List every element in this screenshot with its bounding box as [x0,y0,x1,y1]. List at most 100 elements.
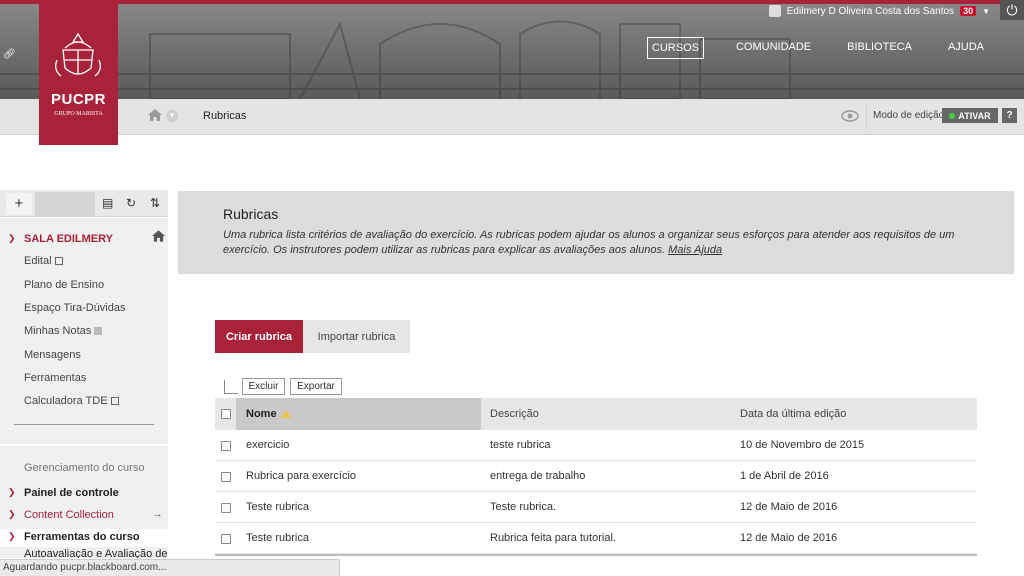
sidebar-item-label: Plano de Ensino [24,279,105,291]
sidebar-item-label: Espaço Tira-Dúvidas [24,302,126,314]
row-checkbox[interactable] [221,534,231,544]
sidebar-item-calculadora-tde[interactable]: Calculadora TDE [24,395,119,407]
edit-mode-label: Modo de edição [873,110,945,121]
rubric-description: Teste rubrica. [490,501,557,513]
user-menu[interactable]: Edilmery D Oliveira Costa dos Santos 30 … [768,4,1024,18]
select-all-checkbox[interactable] [221,409,231,419]
edit-mode-toggle[interactable]: ATIVAR [942,108,998,123]
sidebar-item-label: Content Collection [24,509,114,521]
table-header: Nome Descrição Data da última edição [215,398,977,430]
collapse-arrow-icon[interactable]: ❯ [8,487,16,498]
nav-ajuda[interactable]: AJUDA [944,37,988,59]
nav-comunidade[interactable]: COMUNIDADE [732,37,815,59]
table-row[interactable]: Rubrica para exercício entrega de trabal… [215,461,977,492]
row-checkbox[interactable] [221,472,231,482]
table-row[interactable]: Teste rubrica Rubrica feita para tutoria… [215,523,977,554]
rubric-name[interactable]: exercicio [246,439,289,451]
rubric-date: 10 de Novembro de 2015 [740,439,865,451]
breadcrumb-menu-icon[interactable]: ▼ [166,110,178,122]
nav-cursos[interactable]: CURSOS [646,37,704,59]
page-description: Uma rubrica lista critérios de avaliação… [223,228,963,258]
table-row[interactable]: Teste rubrica Teste rubrica. 12 de Maio … [215,492,977,523]
sidebar-item-painel-de-controle[interactable]: ❯ Painel de controle [0,485,168,503]
main-nav: CURSOS COMUNIDADE BIBLIOTECA AJUDA [619,37,988,59]
sidebar-item-edital[interactable]: Edital [24,255,63,267]
sidebar-toolbar: + ▤ ↻ ⇅ [0,190,168,217]
column-header-description[interactable]: Descrição [490,408,539,420]
table-row[interactable]: exercicio teste rubrica 10 de Novembro d… [215,430,977,461]
link-icon[interactable]: 🔗︎ [3,49,16,60]
sidebar-item-ferramentas-do-curso[interactable]: ❯ Ferramentas do curso [0,529,168,547]
create-rubric-button[interactable]: Criar rubrica [215,320,303,353]
course-menu: ❯ SALA EDILMERY Edital Plano de Ensino E… [0,218,168,558]
rubric-date: 12 de Maio de 2016 [740,532,838,544]
chevron-down-icon[interactable]: ▼ [982,7,990,16]
breadcrumb: ▼ Rubricas Modo de edição ATIVAR ? [0,99,1024,135]
page-header-panel: Rubricas Uma rubrica lista critérios de … [178,191,1014,274]
rubric-name[interactable]: Teste rubrica [246,532,309,544]
course-section-header[interactable]: ❯ SALA EDILMERY [0,230,168,250]
divider [0,444,168,446]
sidebar-item-content-collection[interactable]: ❯ Content Collection → [0,507,168,525]
collapse-arrow-icon[interactable]: ❯ [8,233,16,244]
row-checkbox[interactable] [221,441,231,451]
rubric-description: entrega de trabalho [490,470,586,482]
add-menu-item-button[interactable]: + [6,193,32,215]
column-header-name[interactable]: Nome [246,408,292,420]
user-name[interactable]: Edilmery D Oliveira Costa dos Santos [787,6,954,17]
sidebar-item-ferramentas[interactable]: Ferramentas [24,372,86,384]
sidebar-item-label: Minhas Notas [24,325,92,337]
page-title: Rubricas [223,206,279,222]
delete-button[interactable]: Excluir [242,378,285,395]
collapse-arrow-icon[interactable]: ❯ [8,531,16,542]
arrow-right-icon[interactable]: → [152,508,163,520]
folder-view-icon[interactable]: ▤ [102,196,113,210]
notification-badge[interactable]: 30 [960,6,977,16]
rubric-date: 12 de Maio de 2016 [740,501,838,513]
help-button[interactable]: ? [1002,108,1017,123]
rubric-description: teste rubrica [490,439,551,451]
edit-mode-toggle-label: ATIVAR [958,110,991,121]
rubric-description: Rubrica feita para tutorial. [490,532,616,544]
pucpr-logo[interactable]: PUCPR GRUPO MARISTA [39,0,118,145]
sidebar-item-minhas-notas[interactable]: Minhas Notas [24,325,103,337]
power-icon[interactable]: ⏻ [1000,0,1024,20]
row-checkbox[interactable] [221,503,231,513]
logo-subtitle: GRUPO MARISTA [54,111,103,117]
external-link-icon [54,257,63,265]
import-rubric-button[interactable]: Importar rubrica [303,320,410,353]
sidebar-item-label: Ferramentas do curso [24,531,140,543]
browser-status-bar: Aguardando pucpr.blackboard.com... [0,559,340,576]
sidebar-blank-field [35,192,95,216]
sidebar-item-label: Calculadora TDE [24,395,108,407]
refresh-icon[interactable]: ↻ [126,196,136,210]
table-bottom-border [215,554,977,556]
course-home-icon[interactable] [152,230,165,242]
breadcrumb-current: Rubricas [203,110,247,122]
status-dot-icon [949,112,956,119]
more-help-link[interactable]: Mais Ajuda [668,244,722,256]
sidebar-item-label: Painel de controle [24,487,119,499]
sidebar-item-espaco-tira-duvidas[interactable]: Espaço Tira-Dúvidas [24,302,126,314]
home-icon[interactable] [148,109,162,121]
grid-icon [94,327,103,335]
rubric-date: 1 de Abril de 2016 [740,470,829,482]
nav-biblioteca[interactable]: BIBLIOTECA [843,37,916,59]
course-title[interactable]: SALA EDILMERY [24,233,113,245]
rubric-name[interactable]: Rubrica para exercício [246,470,356,482]
sidebar-item-mensagens[interactable]: Mensagens [24,349,81,361]
reorder-icon[interactable]: ⇅ [150,196,160,210]
sort-ascending-icon [279,410,292,418]
user-avatar [768,5,781,17]
sidebar-subitem-autoavaliacao[interactable]: Autoavaliação e Avaliação de [24,548,168,558]
crest-icon [55,32,101,77]
sidebar-item-plano-de-ensino[interactable]: Plano de Ensino [24,279,104,291]
sidebar-item-label: Ferramentas [24,372,87,384]
student-preview-icon[interactable] [840,109,860,123]
rubric-name[interactable]: Teste rubrica [246,501,309,513]
bulk-action-arrow-icon [224,380,238,394]
export-button[interactable]: Exportar [290,378,342,395]
column-header-date[interactable]: Data da última edição [740,408,846,420]
expand-arrow-icon[interactable]: ❯ [8,509,16,520]
divider [866,105,867,129]
